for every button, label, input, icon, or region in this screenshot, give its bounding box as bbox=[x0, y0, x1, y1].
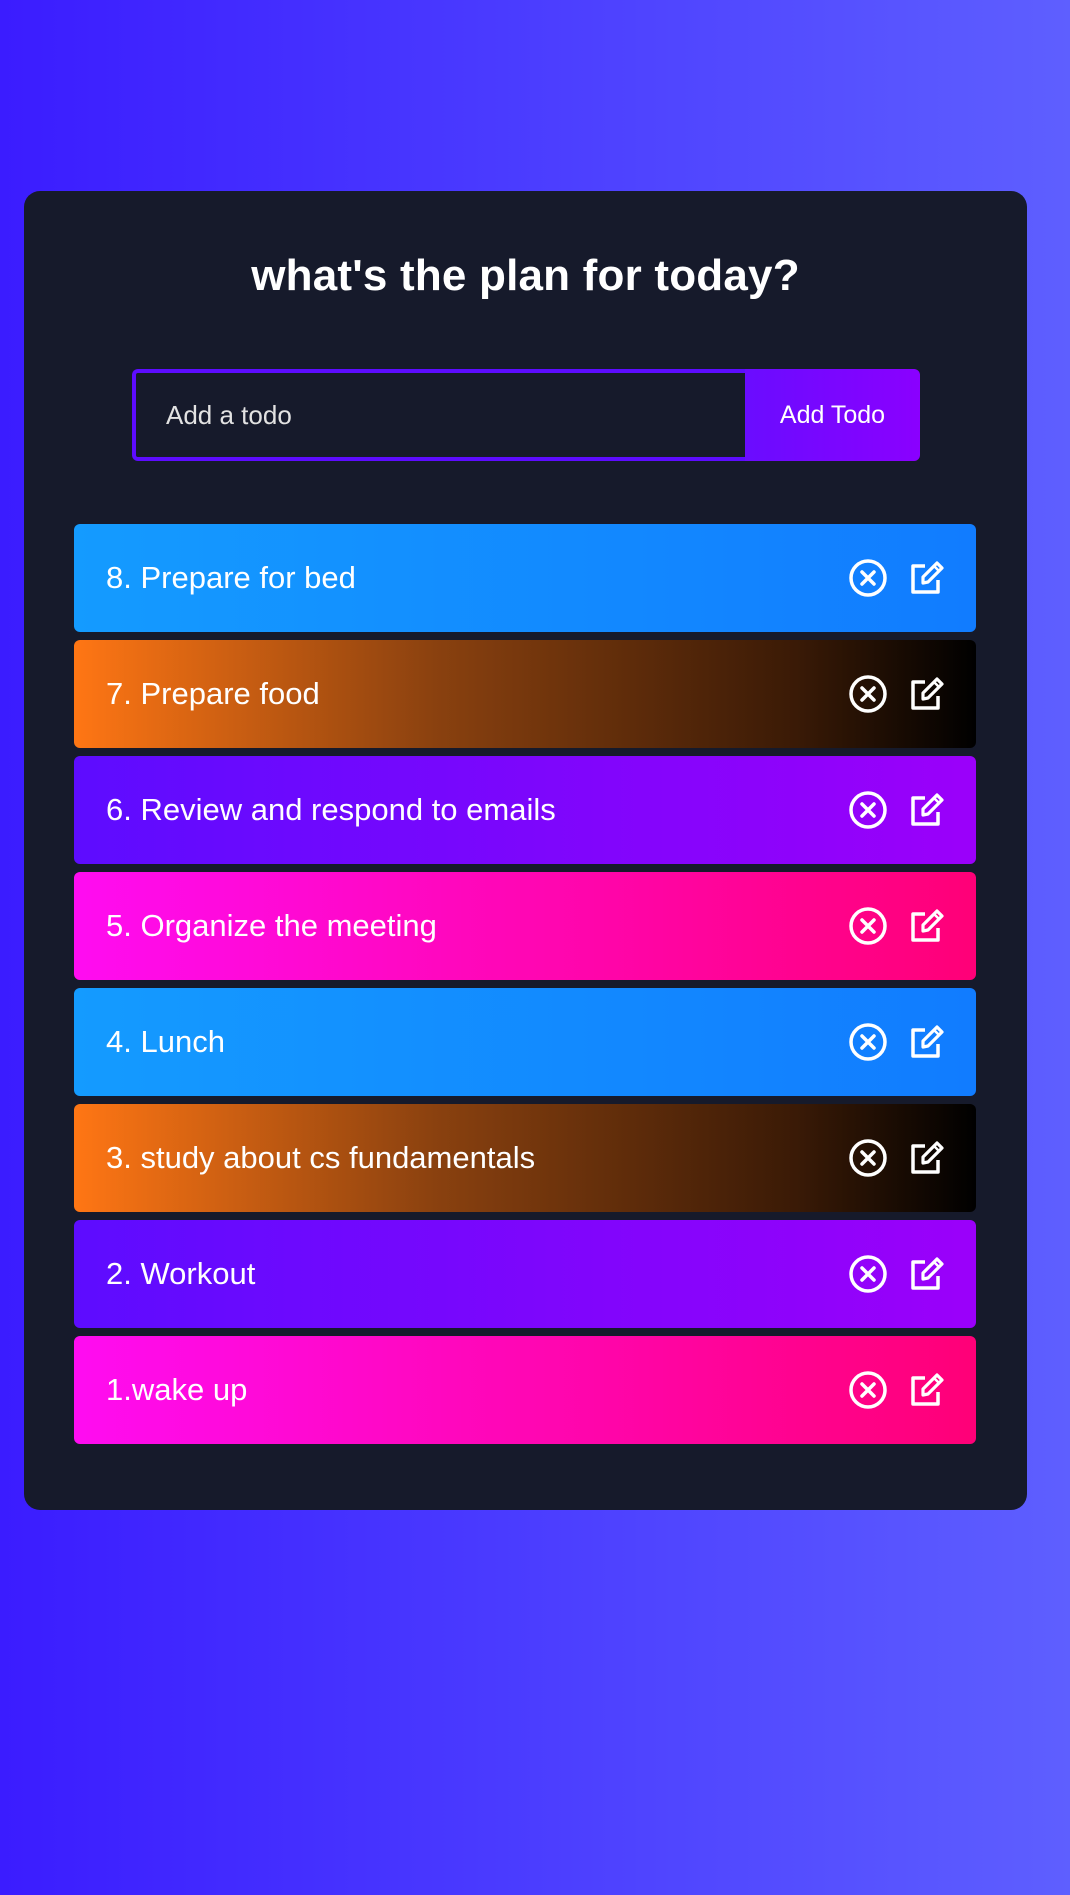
delete-icon[interactable] bbox=[848, 1022, 888, 1062]
todo-input[interactable] bbox=[132, 369, 745, 461]
todo-text[interactable]: 6. Review and respond to emails bbox=[106, 792, 556, 828]
delete-icon[interactable] bbox=[848, 906, 888, 946]
todo-text[interactable]: 7. Prepare food bbox=[106, 676, 320, 712]
todo-text[interactable]: 2. Workout bbox=[106, 1256, 255, 1292]
edit-icon[interactable] bbox=[906, 1022, 946, 1062]
delete-icon[interactable] bbox=[848, 1254, 888, 1294]
todo-text[interactable]: 3. study about cs fundamentals bbox=[106, 1140, 535, 1176]
edit-icon[interactable] bbox=[906, 906, 946, 946]
todo-row: 8. Prepare for bed bbox=[74, 524, 976, 632]
todo-actions bbox=[848, 1022, 946, 1062]
todo-text[interactable]: 4. Lunch bbox=[106, 1024, 225, 1060]
todo-form: Add Todo bbox=[132, 369, 920, 461]
todo-row: 7. Prepare food bbox=[74, 640, 976, 748]
todo-row: 1.wake up bbox=[74, 1336, 976, 1444]
delete-icon[interactable] bbox=[848, 1370, 888, 1410]
delete-icon[interactable] bbox=[848, 790, 888, 830]
todo-row: 2. Workout bbox=[74, 1220, 976, 1328]
delete-icon[interactable] bbox=[848, 1138, 888, 1178]
todo-actions bbox=[848, 1254, 946, 1294]
todo-row: 4. Lunch bbox=[74, 988, 976, 1096]
delete-icon[interactable] bbox=[848, 674, 888, 714]
delete-icon[interactable] bbox=[848, 558, 888, 598]
todo-row: 6. Review and respond to emails bbox=[74, 756, 976, 864]
todo-text[interactable]: 8. Prepare for bed bbox=[106, 560, 356, 596]
todo-actions bbox=[848, 906, 946, 946]
edit-icon[interactable] bbox=[906, 1370, 946, 1410]
edit-icon[interactable] bbox=[906, 790, 946, 830]
todo-actions bbox=[848, 1370, 946, 1410]
todo-row: 3. study about cs fundamentals bbox=[74, 1104, 976, 1212]
todo-actions bbox=[848, 790, 946, 830]
edit-icon[interactable] bbox=[906, 674, 946, 714]
todo-text[interactable]: 1.wake up bbox=[106, 1372, 247, 1408]
todo-actions bbox=[848, 674, 946, 714]
edit-icon[interactable] bbox=[906, 1254, 946, 1294]
page-title: what's the plan for today? bbox=[251, 251, 800, 300]
add-todo-button[interactable]: Add Todo bbox=[745, 369, 920, 461]
todo-text[interactable]: 5. Organize the meeting bbox=[106, 908, 437, 944]
todo-actions bbox=[848, 558, 946, 598]
todo-actions bbox=[848, 1138, 946, 1178]
todo-list: 8. Prepare for bed 7. Prepare food 6. Re… bbox=[74, 524, 976, 1452]
edit-icon[interactable] bbox=[906, 1138, 946, 1178]
todo-row: 5. Organize the meeting bbox=[74, 872, 976, 980]
todo-app: what's the plan for today? Add Todo 8. P… bbox=[24, 191, 1027, 1510]
edit-icon[interactable] bbox=[906, 558, 946, 598]
